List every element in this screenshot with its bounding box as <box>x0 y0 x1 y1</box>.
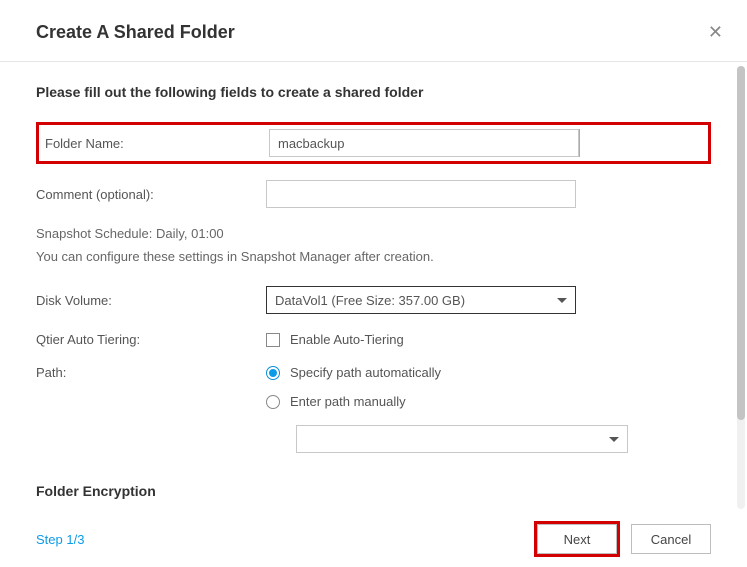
disk-volume-value: DataVol1 (Free Size: 357.00 GB) <box>275 293 465 308</box>
scrollbar-thumb[interactable] <box>737 66 745 420</box>
snapshot-hint-text: You can configure these settings in Snap… <box>36 249 711 264</box>
folder-name-row: Folder Name: <box>36 122 711 164</box>
qtier-label: Qtier Auto Tiering: <box>36 332 266 347</box>
path-row-auto: Path: Specify path automatically <box>36 365 711 380</box>
footer-buttons: Next Cancel <box>537 524 711 554</box>
close-icon[interactable]: ✕ <box>704 18 727 47</box>
path-auto-option[interactable]: Specify path automatically <box>266 365 441 380</box>
folder-encryption-title: Folder Encryption <box>36 483 711 499</box>
snapshot-schedule-text: Snapshot Schedule: Daily, 01:00 <box>36 226 711 241</box>
cancel-button[interactable]: Cancel <box>631 524 711 554</box>
path-auto-label: Specify path automatically <box>290 365 441 380</box>
dialog-footer: Step 1/3 Next Cancel <box>0 511 747 567</box>
disk-volume-row: Disk Volume: DataVol1 (Free Size: 357.00… <box>36 286 711 314</box>
path-label: Path: <box>36 365 266 380</box>
manual-path-select-row <box>296 425 628 453</box>
dialog-title: Create A Shared Folder <box>36 22 235 43</box>
comment-label: Comment (optional): <box>36 187 266 202</box>
instruction-text: Please fill out the following fields to … <box>36 84 711 100</box>
comment-row: Comment (optional): <box>36 180 711 208</box>
step-indicator: Step 1/3 <box>36 532 84 547</box>
comment-input[interactable] <box>266 180 576 208</box>
next-button[interactable]: Next <box>537 524 617 554</box>
qtier-option[interactable]: Enable Auto-Tiering <box>266 332 404 347</box>
disk-volume-select[interactable]: DataVol1 (Free Size: 357.00 GB) <box>266 286 576 314</box>
folder-name-label: Folder Name: <box>45 136 269 151</box>
qtier-checkbox-label: Enable Auto-Tiering <box>290 332 404 347</box>
folder-name-input[interactable] <box>269 129 579 157</box>
form-content: Please fill out the following fields to … <box>0 62 747 513</box>
chevron-down-icon <box>609 437 619 442</box>
chevron-down-icon <box>557 298 567 303</box>
specify-path-auto-radio[interactable] <box>266 366 280 380</box>
enable-auto-tiering-checkbox[interactable] <box>266 333 280 347</box>
enter-path-manually-radio[interactable] <box>266 395 280 409</box>
disk-volume-label: Disk Volume: <box>36 293 266 308</box>
content-wrapper: Please fill out the following fields to … <box>0 62 747 513</box>
path-row-manual: Enter path manually <box>36 394 711 409</box>
qtier-row: Qtier Auto Tiering: Enable Auto-Tiering <box>36 332 711 347</box>
scrollbar-track[interactable] <box>737 66 745 509</box>
dialog-header: Create A Shared Folder ✕ <box>0 0 747 62</box>
path-manual-option[interactable]: Enter path manually <box>266 394 406 409</box>
manual-path-select[interactable] <box>296 425 628 453</box>
path-manual-label: Enter path manually <box>290 394 406 409</box>
